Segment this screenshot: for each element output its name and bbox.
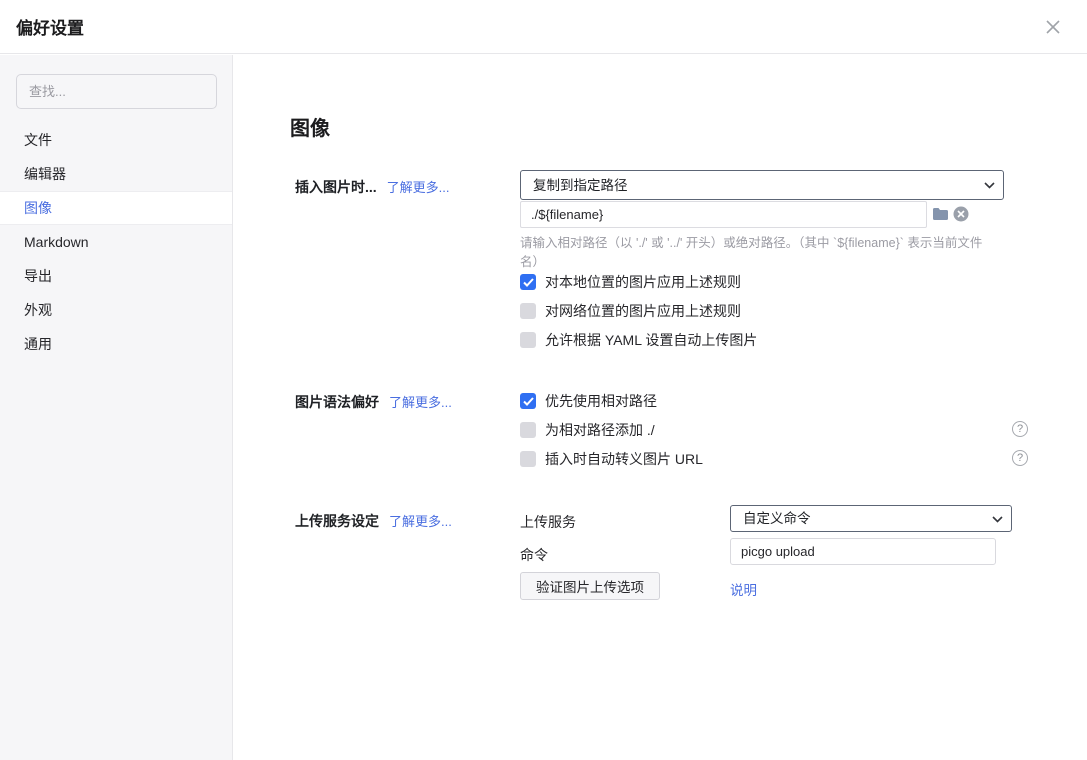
- checkbox[interactable]: [520, 422, 536, 438]
- validate-upload-button[interactable]: 验证图片上传选项: [520, 572, 660, 600]
- checkbox-row-prefer-relative[interactable]: 优先使用相对路径: [520, 392, 657, 410]
- close-icon[interactable]: [1044, 18, 1062, 36]
- section-image-syntax: 图片语法偏好 了解更多...: [295, 392, 452, 412]
- page-title: 图像: [290, 112, 330, 141]
- checkbox[interactable]: [520, 274, 536, 290]
- sidebar-item-label: 文件: [24, 130, 52, 150]
- checkbox[interactable]: [520, 332, 536, 348]
- sidebar-item-label: 编辑器: [24, 164, 66, 184]
- upload-service-select[interactable]: 自定义命令: [730, 505, 1012, 532]
- help-icon[interactable]: ?: [1012, 421, 1028, 437]
- upload-doc-link[interactable]: 说明: [730, 579, 757, 599]
- checkbox-label: 对本地位置的图片应用上述规则: [545, 272, 741, 292]
- sidebar-item-label: 通用: [24, 334, 52, 354]
- help-icon[interactable]: ?: [1012, 450, 1028, 466]
- folder-icon[interactable]: [932, 207, 949, 226]
- command-label: 命令: [520, 545, 548, 565]
- learn-more-link[interactable]: 了解更多...: [389, 511, 452, 530]
- checkbox-label: 对网络位置的图片应用上述规则: [545, 301, 741, 321]
- checkbox[interactable]: [520, 303, 536, 319]
- preferences-window: 偏好设置 文件 编辑器 图像 Markdown 导出 外观 通用: [0, 0, 1087, 760]
- checkbox[interactable]: [520, 393, 536, 409]
- upload-service-select-control[interactable]: 自定义命令: [730, 505, 1012, 532]
- sidebar-item-appearance[interactable]: 外观: [0, 293, 232, 327]
- sidebar-item-image[interactable]: 图像: [0, 191, 232, 225]
- insert-action-select[interactable]: 复制到指定路径: [520, 170, 1004, 200]
- sidebar-item-label: 导出: [24, 266, 52, 286]
- command-input[interactable]: [730, 538, 996, 565]
- sidebar-item-general[interactable]: 通用: [0, 327, 232, 361]
- section-label: 上传服务设定: [295, 511, 379, 531]
- sidebar-item-label: Markdown: [24, 234, 89, 250]
- window-title: 偏好设置: [16, 14, 84, 39]
- sidebar-item-export[interactable]: 导出: [0, 259, 232, 293]
- insert-action-select-control[interactable]: 复制到指定路径: [520, 170, 1004, 200]
- copy-path-input[interactable]: [520, 201, 927, 228]
- checkbox-row-apply-local[interactable]: 对本地位置的图片应用上述规则: [520, 273, 741, 291]
- checkbox-label: 插入时自动转义图片 URL: [545, 449, 703, 469]
- checkbox-row-add-dot-slash[interactable]: 为相对路径添加 ./: [520, 421, 655, 439]
- learn-more-link[interactable]: 了解更多...: [387, 177, 450, 196]
- path-hint-text: 请输入相对路径（以 './' 或 '../' 开头）或绝对路径。（其中 `${f…: [520, 234, 998, 272]
- sidebar: 文件 编辑器 图像 Markdown 导出 外观 通用: [0, 55, 233, 760]
- sidebar-item-markdown[interactable]: Markdown: [0, 225, 232, 259]
- checkbox-label: 优先使用相对路径: [545, 391, 657, 411]
- section-insert-image: 插入图片时... 了解更多...: [295, 177, 450, 197]
- checkbox-row-yaml-upload[interactable]: 允许根据 YAML 设置自动上传图片: [520, 331, 757, 349]
- sidebar-item-label: 图像: [24, 198, 52, 218]
- checkbox-label: 允许根据 YAML 设置自动上传图片: [545, 330, 757, 350]
- checkbox-label: 为相对路径添加 ./: [545, 420, 655, 440]
- sidebar-item-label: 外观: [24, 300, 52, 320]
- section-label: 插入图片时...: [295, 177, 377, 197]
- sidebar-item-editor[interactable]: 编辑器: [0, 157, 232, 191]
- sidebar-item-files[interactable]: 文件: [0, 123, 232, 157]
- section-upload-service: 上传服务设定 了解更多...: [295, 511, 452, 531]
- clear-path-icon[interactable]: [953, 206, 969, 227]
- learn-more-link[interactable]: 了解更多...: [389, 392, 452, 411]
- search-input[interactable]: [16, 74, 217, 109]
- checkbox[interactable]: [520, 451, 536, 467]
- checkbox-row-apply-network[interactable]: 对网络位置的图片应用上述规则: [520, 302, 741, 320]
- section-label: 图片语法偏好: [295, 392, 379, 412]
- checkbox-row-escape-url[interactable]: 插入时自动转义图片 URL: [520, 450, 703, 468]
- upload-service-label: 上传服务: [520, 512, 576, 532]
- window-header: 偏好设置: [0, 0, 1087, 54]
